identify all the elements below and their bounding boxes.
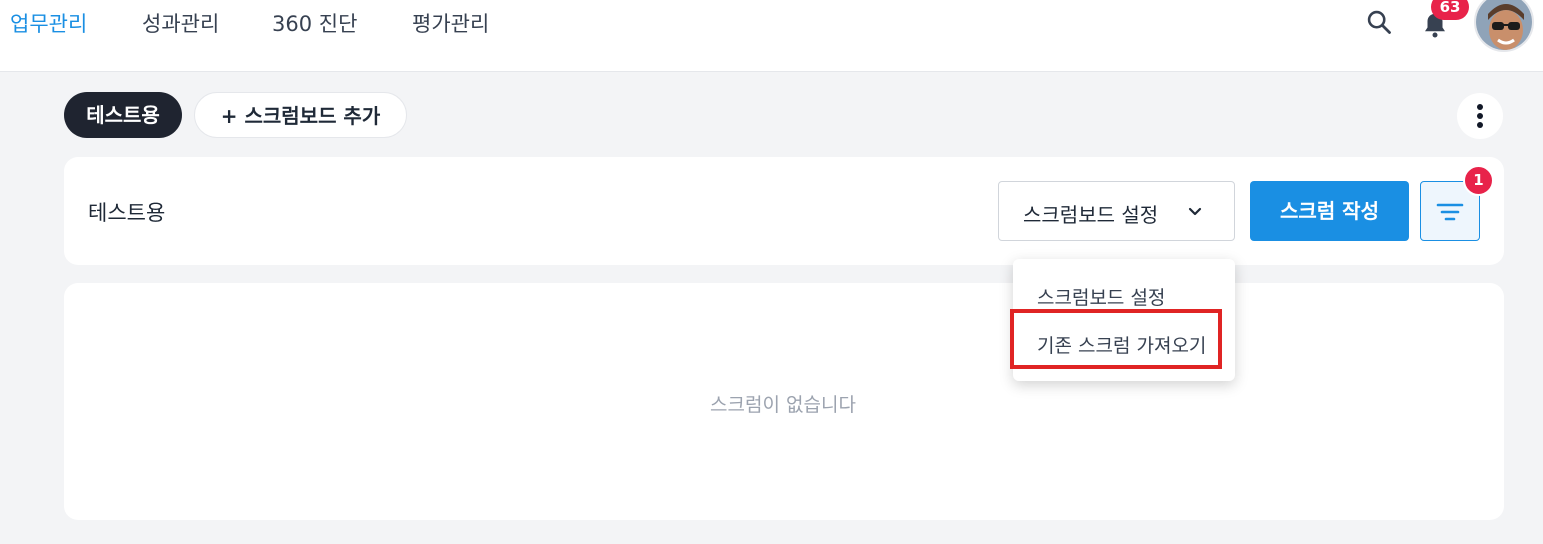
nav-item-work-management[interactable]: 업무관리 (10, 8, 87, 38)
user-avatar[interactable] (1474, 0, 1534, 52)
chevron-down-icon (1188, 207, 1202, 216)
nav-item-performance-management[interactable]: 성과관리 (142, 8, 219, 38)
filter-count-badge: 1 (1463, 165, 1494, 196)
board-header-card: 테스트용 스크럼보드 설정 스크럼 작성 1 (64, 157, 1504, 265)
more-vertical-icon[interactable] (1457, 93, 1503, 139)
search-icon[interactable] (1365, 8, 1393, 36)
notification-count-badge: 63 (1431, 0, 1469, 20)
scrum-list-card: 스크럼이 없습니다 (64, 283, 1504, 520)
top-navigation-bar: 업무관리 성과관리 360 진단 평가관리 63 (0, 0, 1543, 72)
nav-item-360-diagnosis[interactable]: 360 진단 (272, 8, 357, 38)
scrum-board-settings-label: 스크럼보드 설정 (1023, 203, 1159, 227)
highlight-annotation-box (1010, 309, 1222, 369)
board-title: 테스트용 (88, 201, 166, 225)
avatar-image (1476, 0, 1532, 50)
scrum-board-settings-dropdown[interactable]: 스크럼보드 설정 (998, 181, 1235, 241)
add-scrum-board-button[interactable]: + 스크럼보드 추가 (194, 92, 407, 138)
empty-state-message: 스크럼이 없습니다 (710, 394, 856, 416)
nav-item-evaluation-management[interactable]: 평가관리 (412, 8, 489, 38)
board-tab-test[interactable]: 테스트용 (64, 92, 182, 138)
write-scrum-button[interactable]: 스크럼 작성 (1250, 181, 1409, 241)
menu-item-scrum-board-settings[interactable]: 스크럼보드 설정 (1037, 283, 1165, 310)
